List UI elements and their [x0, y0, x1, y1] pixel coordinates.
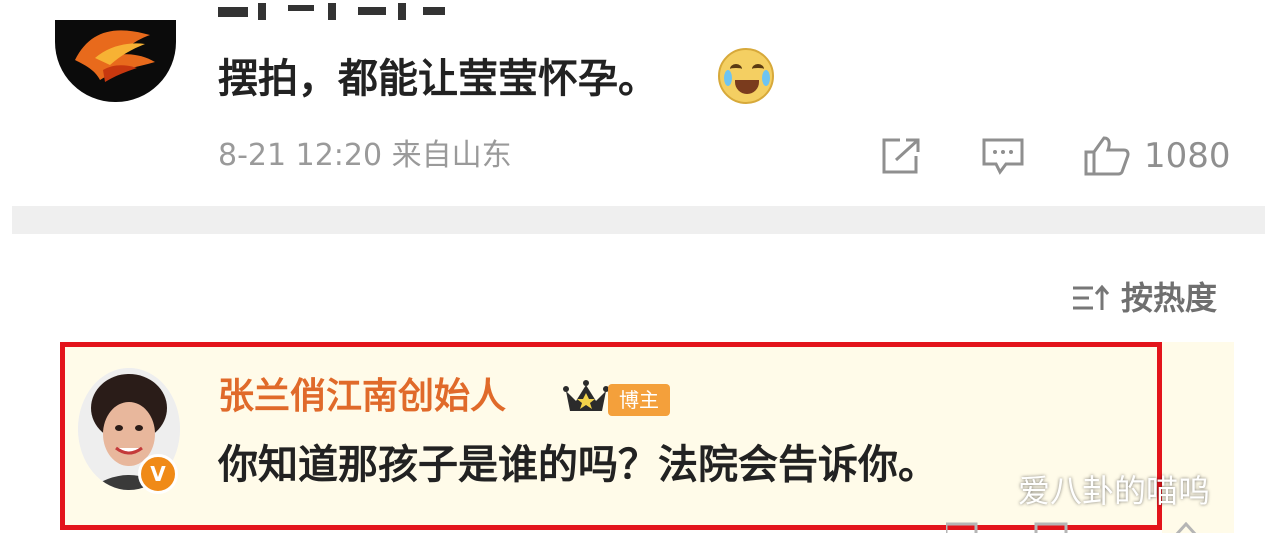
comment-meta: 8-21 12:20 来自山东 [218, 138, 512, 173]
commenter-name-partial [218, 0, 448, 20]
share-icon [882, 138, 920, 174]
blogger-tag: 博主 [608, 384, 670, 416]
reply-button[interactable] [980, 136, 1026, 176]
watermark: 爱八卦的喵呜 [1018, 472, 1211, 510]
comment-icon [982, 138, 1024, 175]
sort-toggle[interactable]: 按热度 [1071, 278, 1231, 318]
laugh-cry-emoji-icon [718, 48, 774, 104]
share-button[interactable] [878, 136, 924, 176]
blogger-name[interactable]: 张兰俏江南创始人 [218, 374, 506, 420]
highlight-frame [60, 342, 1162, 530]
sort-label: 按热度 [1121, 279, 1218, 317]
partial-action-row [946, 520, 1246, 533]
comment-text: 摆拍，都能让莹莹怀孕。 [218, 56, 658, 102]
like-icon [1084, 136, 1130, 176]
like-count: 1080 [1144, 136, 1231, 176]
crown-icon [563, 380, 609, 411]
verified-badge: V [138, 454, 178, 494]
blogger-reply-text: 你知道那孩子是谁的吗？法院会告诉你。 [218, 442, 938, 488]
sort-icon [1073, 284, 1110, 310]
like-button[interactable]: 1080 [1082, 136, 1242, 176]
section-divider [12, 206, 1265, 234]
top-comment-card [12, 20, 1265, 206]
